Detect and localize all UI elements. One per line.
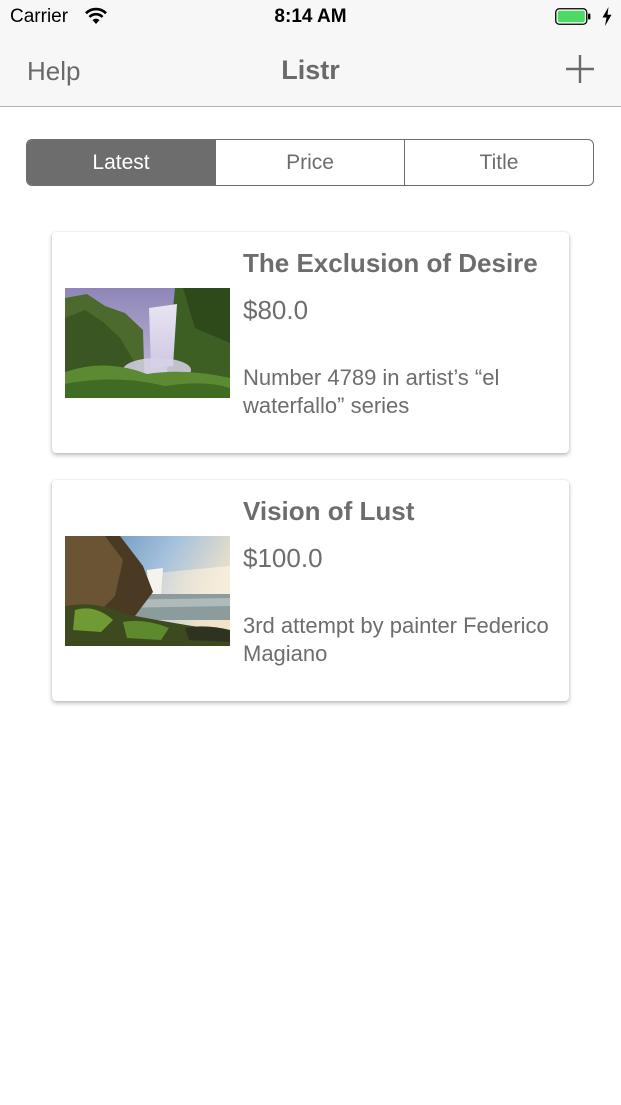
listing-price: $80.0	[243, 295, 309, 325]
sort-segmented-control: Latest Price Title	[26, 139, 594, 186]
status-time: 8:14 AM	[274, 6, 347, 27]
battery-icon	[555, 8, 591, 25]
page-title: Listr	[281, 55, 340, 85]
segment-price[interactable]: Price	[215, 140, 404, 185]
listing-title: Vision of Lust	[243, 496, 415, 526]
segment-title[interactable]: Title	[404, 140, 593, 185]
listing-description: Number 4789 in artist’s “el waterfallo” …	[243, 365, 500, 418]
navigation-bar: Help Listr	[0, 36, 621, 107]
plus-icon[interactable]	[564, 53, 596, 85]
segment-latest[interactable]: Latest	[27, 140, 215, 185]
listing-description: 3rd attempt by painter Federico Magiano	[243, 613, 549, 666]
listing-image-waterfall-coast	[65, 536, 230, 646]
listing-image-waterfall	[65, 288, 230, 398]
waterfall-coast-photo	[65, 536, 230, 646]
charging-bolt-icon	[602, 7, 612, 26]
status-bar: Carrier 8:14 AM	[0, 0, 621, 36]
listing-card[interactable]: The Exclusion of Desire $80.0 Number 478…	[52, 232, 569, 453]
waterfall-photo	[65, 288, 230, 398]
listing-price: $100.0	[243, 543, 323, 573]
listing-title: The Exclusion of Desire	[243, 248, 538, 278]
listing-card[interactable]: Vision of Lust $100.0 3rd attempt by pai…	[52, 480, 569, 701]
